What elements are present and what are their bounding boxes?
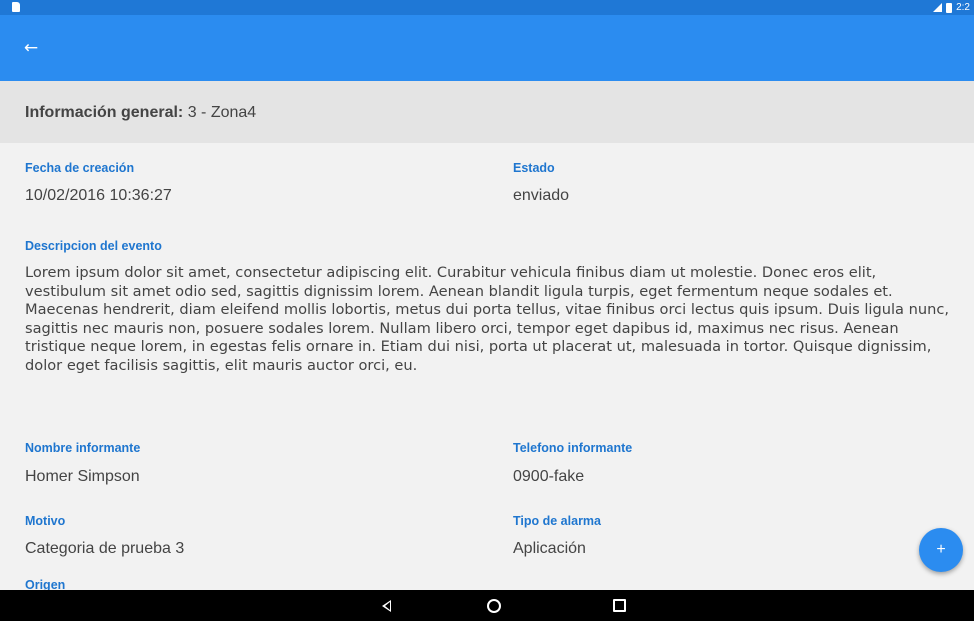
status-time: 2:2 [956, 2, 970, 13]
status-bar: 2:2 [0, 0, 974, 15]
motivo-label: Motivo [25, 514, 66, 528]
battery-icon [946, 2, 953, 13]
telefono-value: 0900-fake [513, 468, 585, 485]
header-strip: Información general: 3 - Zona4 [0, 81, 974, 143]
nav-home-icon [487, 598, 501, 613]
signal-icon [933, 3, 943, 12]
estado-value: enviado [513, 187, 570, 204]
nav-recents-icon [612, 599, 626, 612]
screen: 2:2 ← Información general: 3 - Zona4 Fec… [0, 0, 974, 621]
nav-home-button[interactable] [474, 590, 514, 621]
tipo-label: Tipo de alarma [513, 514, 601, 528]
nombre-value: Homer Simpson [25, 468, 140, 485]
nombre-label: Nombre informante [25, 441, 141, 455]
fecha-label: Fecha de creación [25, 161, 135, 175]
motivo-value: Categoria de prueba 3 [25, 540, 185, 557]
nav-back-icon [381, 599, 391, 612]
nav-back-button[interactable] [366, 590, 406, 621]
descripcion-value: Lorem ipsum dolor sit amet, consectetur … [25, 264, 950, 374]
tipo-value: Aplicación [513, 540, 586, 557]
plus-icon: + [936, 541, 946, 558]
status-right: 2:2 [933, 1, 970, 14]
sd-card-icon [12, 2, 20, 12]
page-title: Información general: 3 - Zona4 [25, 104, 256, 122]
arrow-left-icon: ← [23, 38, 39, 58]
telefono-label: Telefono informante [513, 441, 633, 455]
navigation-bar [0, 590, 974, 621]
page-title-label: Información general: [25, 104, 184, 121]
page-title-value: 3 - Zona4 [183, 104, 257, 121]
add-button[interactable]: + [919, 528, 963, 572]
estado-label: Estado [513, 161, 555, 175]
app-bar: ← [0, 15, 974, 81]
origen-label: Origen [25, 578, 66, 590]
descripcion-label: Descripcion del evento [25, 239, 162, 253]
detail-content[interactable]: Fecha de creación 10/02/2016 10:36:27 Es… [0, 143, 974, 590]
fecha-value: 10/02/2016 10:36:27 [25, 187, 172, 204]
back-button[interactable]: ← [18, 35, 44, 61]
nav-recents-button[interactable] [599, 590, 639, 621]
